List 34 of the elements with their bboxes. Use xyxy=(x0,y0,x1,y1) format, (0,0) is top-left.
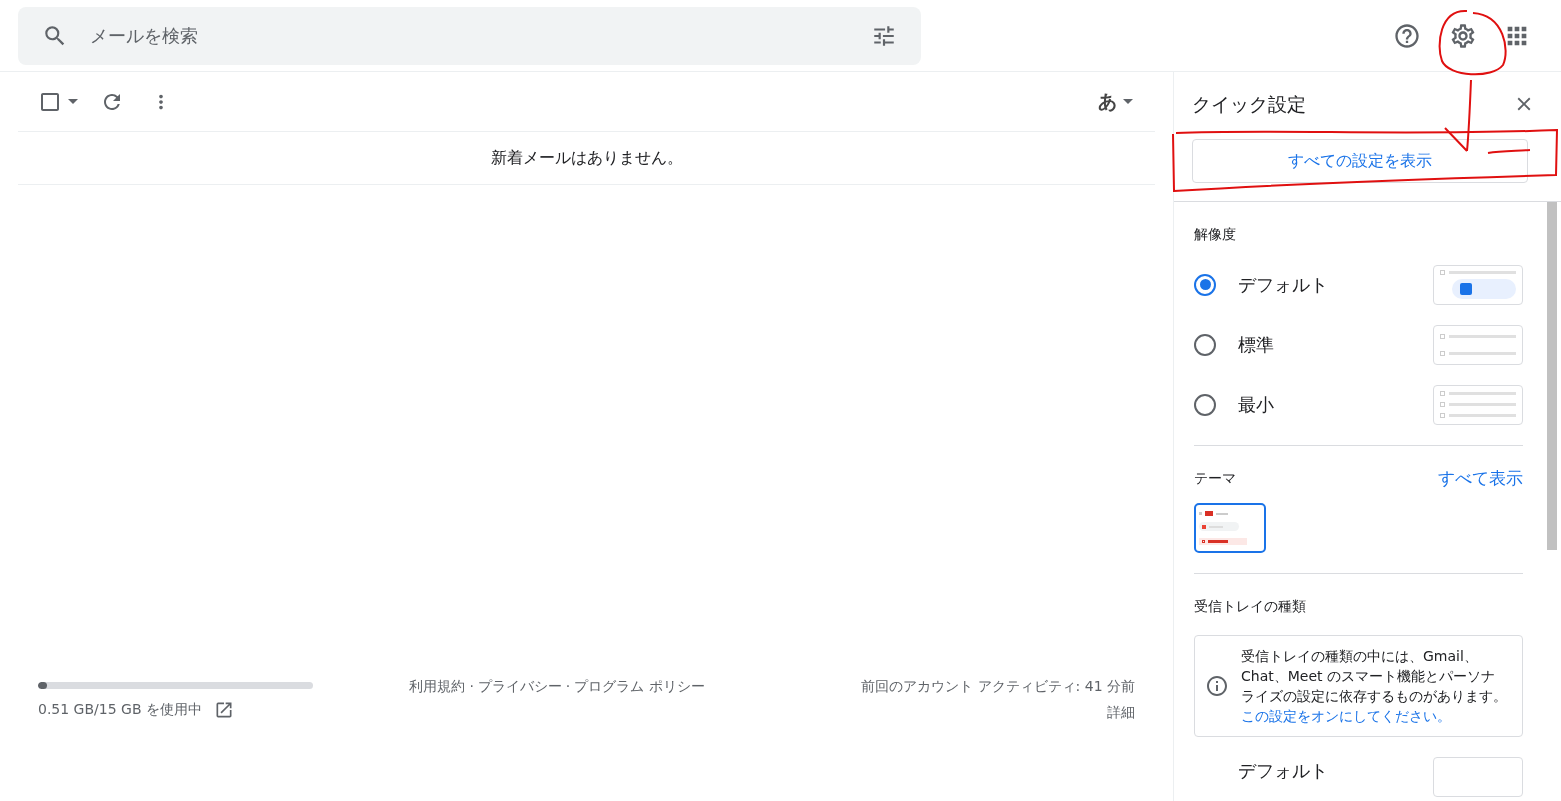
radio-button[interactable] xyxy=(1194,393,1216,416)
option-label: デフォルト xyxy=(1238,273,1329,297)
all-settings-button[interactable]: すべての設定を表示 xyxy=(1192,138,1528,183)
settings-icon[interactable] xyxy=(1449,21,1477,50)
footer-link[interactable]: プログラム ポリシー xyxy=(574,676,705,697)
search-bar[interactable]: メールを検索 xyxy=(18,6,921,65)
footer-link[interactable]: 利用規約 xyxy=(409,676,466,697)
storage-usage-text: 0.51 GB/15 GB を使用中 xyxy=(38,700,202,719)
theme-thumbnail-drawing[interactable] xyxy=(1194,503,1266,553)
option-label: 標準 xyxy=(1238,333,1275,357)
separator-dot: · xyxy=(565,677,571,696)
option-label: 最小 xyxy=(1238,393,1275,417)
footer-link[interactable]: プライバシー xyxy=(477,676,562,697)
info-icon xyxy=(1205,674,1229,698)
section-label: テーマ xyxy=(1194,468,1236,488)
panel-title: クイック設定 xyxy=(1192,92,1306,117)
account-activity-text: 前回のアカウント アクティビティ: 41 分前 xyxy=(861,677,1135,696)
section-label: 解像度 xyxy=(1194,224,1237,244)
info-text: 受信トレイの種類の中には、Gmail、Chat、Meet のスマート機能とパーソナライズの設定に依存するものがあります。 この設定をオンにしてください。 xyxy=(1241,647,1508,726)
option-label: デフォルト xyxy=(1238,759,1329,783)
input-tools-button[interactable]: あ xyxy=(1098,87,1133,116)
radio-button[interactable] xyxy=(1194,333,1216,356)
search-field[interactable]: メールを検索 xyxy=(90,22,871,49)
empty-inbox-message: 新着メールはありません。 xyxy=(490,147,683,169)
section-label: 受信トレイの種類 xyxy=(1194,597,1307,616)
details-link[interactable]: 詳細 xyxy=(1107,702,1135,723)
see-all-link[interactable]: すべて表示 xyxy=(1438,465,1523,491)
radio-button[interactable] xyxy=(1194,273,1216,296)
turn-on-settings-link[interactable]: この設定をオンにしてください。 xyxy=(1241,708,1451,724)
separator-dot: · xyxy=(469,677,474,696)
scrollbar-thumb[interactable] xyxy=(1547,201,1557,550)
caret-icon[interactable] xyxy=(68,99,78,104)
help-icon[interactable] xyxy=(1393,21,1421,50)
caret-icon xyxy=(1123,99,1133,104)
